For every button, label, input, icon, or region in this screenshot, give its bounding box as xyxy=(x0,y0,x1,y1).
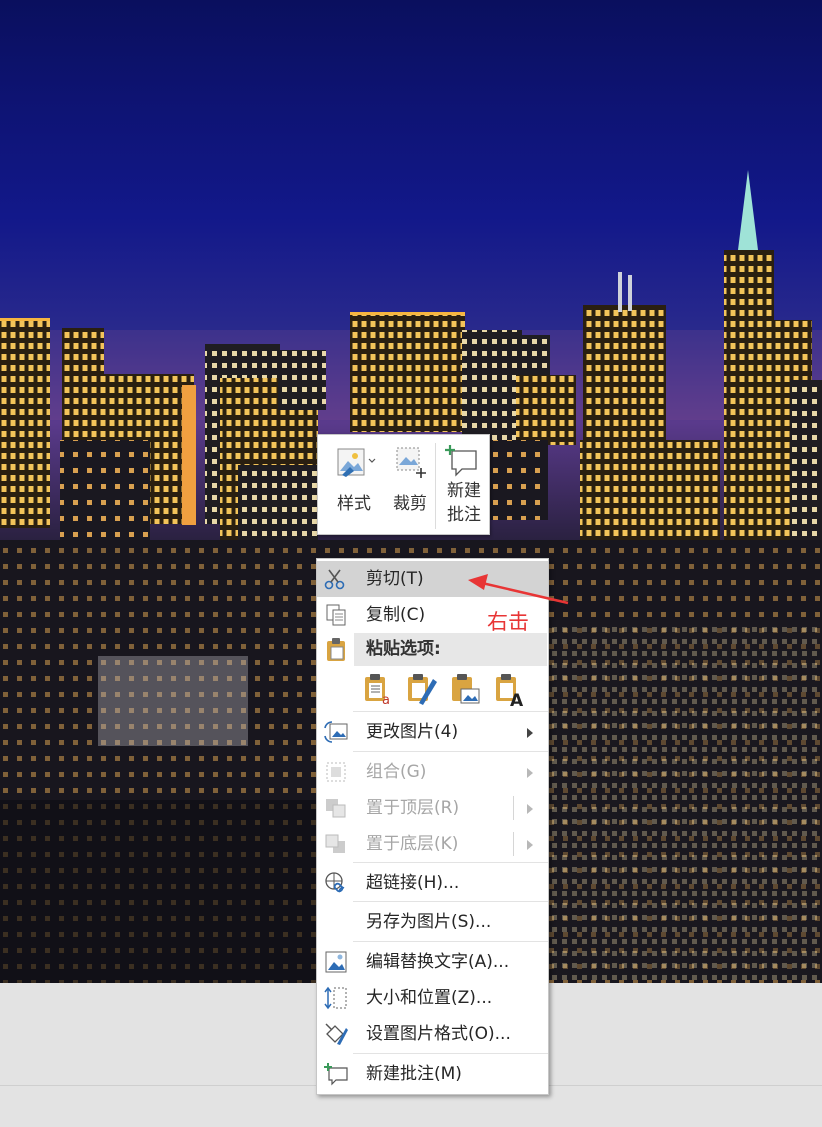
paste-icon xyxy=(327,638,345,661)
menu-item-label: 更改图片(4) xyxy=(366,722,459,742)
mini-toolbar: 样式 裁剪 新建 批注 xyxy=(317,434,490,535)
new-comment-icon xyxy=(445,445,477,477)
menu-item-change-picture[interactable]: 更改图片(4) xyxy=(317,714,548,750)
menu-item-new-comment[interactable]: 新建批注(M) xyxy=(317,1056,548,1092)
menu-separator xyxy=(353,941,548,942)
paste-text-only-icon[interactable]: A xyxy=(493,671,527,707)
paste-as-picture-icon[interactable] xyxy=(449,671,483,707)
context-menu: 剪切(T) 复制(C) 粘贴选项: a A 更改图片(4) 组合(G) 置于顶层… xyxy=(316,558,549,1095)
menu-item-label: 置于顶层(R) xyxy=(366,798,460,818)
paste-keep-formatting-icon[interactable]: a xyxy=(362,671,396,707)
new-note-label-line2: 批注 xyxy=(447,505,481,525)
new-comment-icon xyxy=(324,1063,348,1086)
style-label: 样式 xyxy=(337,494,371,514)
menu-item-label: 大小和位置(Z)... xyxy=(366,988,493,1008)
alt-text-icon xyxy=(325,951,347,973)
menu-item-label: 设置图片格式(O)... xyxy=(366,1024,511,1044)
menu-item-label: 超链接(H)... xyxy=(366,873,460,893)
change-picture-icon xyxy=(324,721,348,743)
copy-icon xyxy=(326,604,346,626)
menu-item-label: 置于底层(K) xyxy=(366,834,459,854)
toolbar-separator xyxy=(435,443,436,529)
menu-item-label: 另存为图片(S)... xyxy=(366,912,492,932)
split-divider xyxy=(513,832,514,856)
menu-item-label: 新建批注(M) xyxy=(366,1064,462,1084)
menu-separator xyxy=(353,1053,548,1054)
size-position-icon xyxy=(324,986,347,1010)
scissors-icon xyxy=(324,569,345,590)
submenu-arrow-icon xyxy=(527,728,533,738)
menu-item-label: 剪切(T) xyxy=(366,569,424,589)
paste-options-header: 粘贴选项: xyxy=(354,633,547,666)
paste-options-label: 粘贴选项: xyxy=(366,639,441,659)
picture-style-icon xyxy=(337,448,376,477)
menu-item-save-as-picture[interactable]: 另存为图片(S)... xyxy=(317,904,548,940)
submenu-arrow-icon xyxy=(527,840,533,850)
new-note-label-line1: 新建 xyxy=(447,481,481,501)
submenu-arrow-icon xyxy=(527,768,533,778)
split-divider xyxy=(513,796,514,820)
crop-label: 裁剪 xyxy=(393,494,427,514)
menu-item-send-to-back[interactable]: 置于底层(K) xyxy=(317,826,548,862)
menu-item-label: 编辑替换文字(A)... xyxy=(366,952,510,972)
crop-icon xyxy=(396,447,426,478)
new-note-button[interactable]: 新建 批注 xyxy=(439,435,489,534)
group-icon xyxy=(326,762,346,782)
menu-separator xyxy=(353,711,548,712)
svg-text:a: a xyxy=(382,693,390,707)
menu-separator xyxy=(353,862,548,863)
paste-picture-format-icon[interactable] xyxy=(405,671,439,707)
svg-text:A: A xyxy=(510,691,524,707)
menu-item-edit-alt-text[interactable]: 编辑替换文字(A)... xyxy=(317,944,548,980)
menu-item-bring-to-front[interactable]: 置于顶层(R) xyxy=(317,790,548,826)
menu-item-label: 组合(G) xyxy=(366,762,427,782)
menu-separator xyxy=(353,751,548,752)
send-to-back-icon xyxy=(325,834,345,853)
style-button[interactable]: 样式 xyxy=(324,435,384,534)
hyperlink-icon xyxy=(325,872,345,893)
format-picture-icon xyxy=(325,1023,348,1045)
menu-item-size-position[interactable]: 大小和位置(Z)... xyxy=(317,980,548,1016)
crop-button[interactable]: 裁剪 xyxy=(384,435,436,534)
menu-item-hyperlink[interactable]: 超链接(H)... xyxy=(317,865,548,901)
bring-to-front-icon xyxy=(326,799,346,818)
menu-separator xyxy=(353,901,548,902)
menu-item-format-picture[interactable]: 设置图片格式(O)... xyxy=(317,1016,548,1052)
menu-item-group[interactable]: 组合(G) xyxy=(317,754,548,790)
annotation-label: 右击 xyxy=(487,610,529,634)
menu-item-label: 复制(C) xyxy=(366,605,426,625)
submenu-arrow-icon xyxy=(527,804,533,814)
